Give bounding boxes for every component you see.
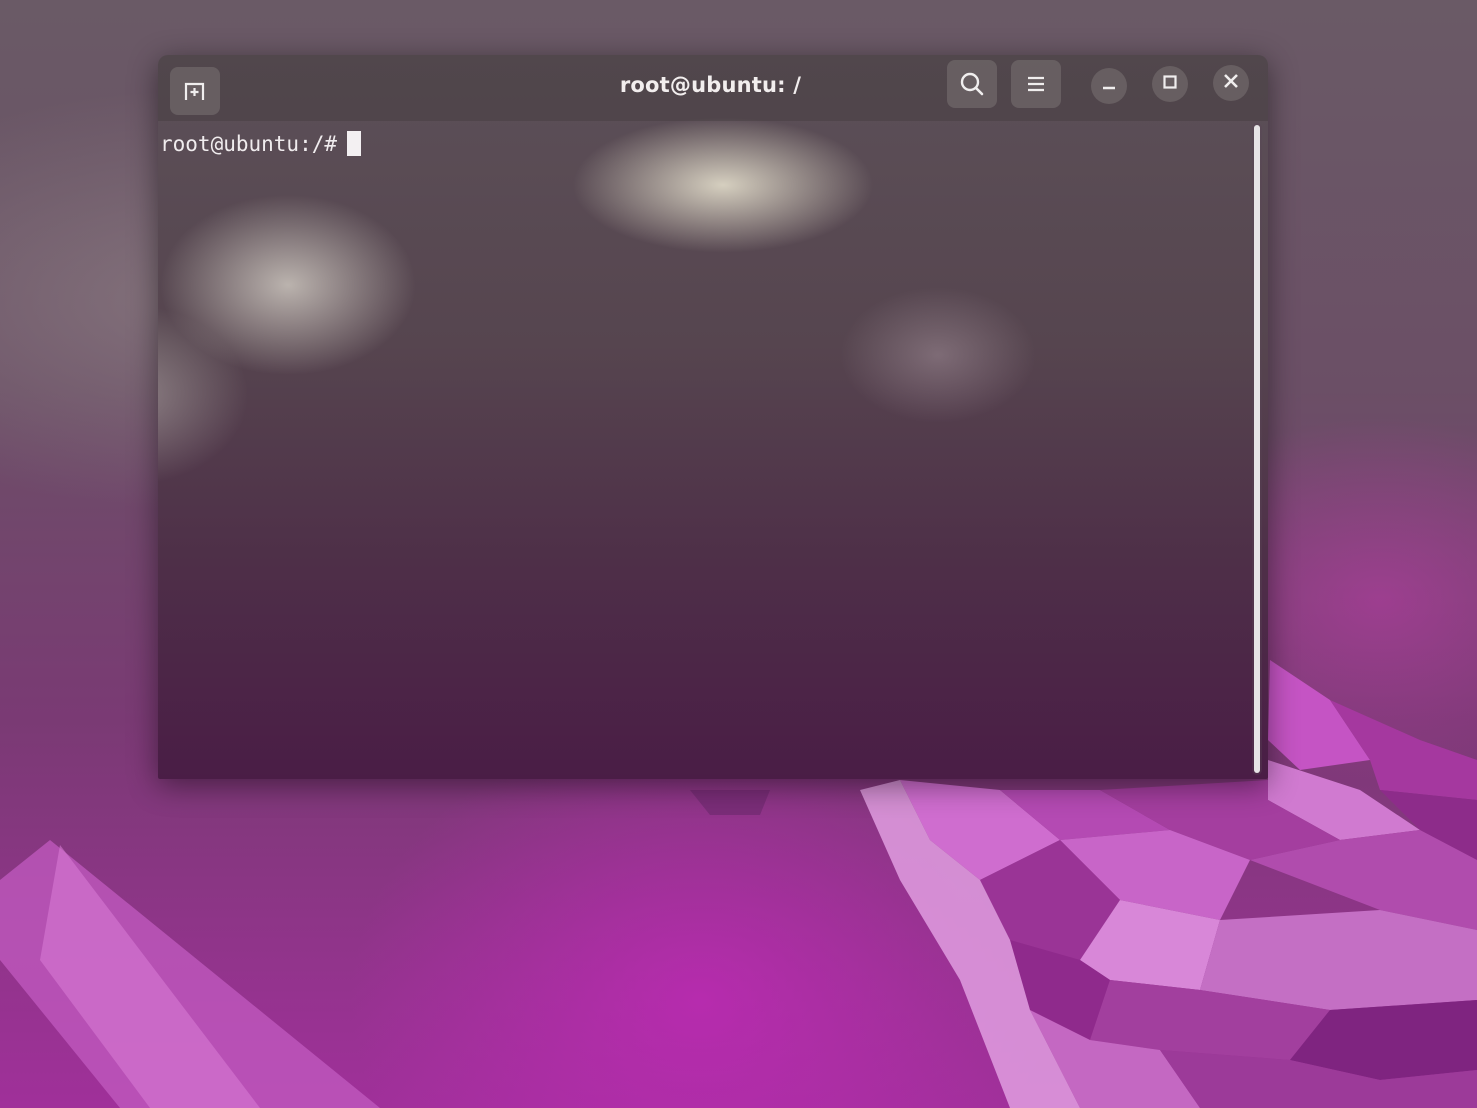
terminal-window[interactable]: root@ubuntu: / root@ubuntu:/# xyxy=(158,55,1268,779)
maximize-button[interactable] xyxy=(1152,66,1188,102)
menu-button[interactable] xyxy=(1011,60,1061,108)
desktop: root@ubuntu: / root@ubuntu:/# xyxy=(0,0,1477,1108)
new-tab-button[interactable] xyxy=(170,67,220,115)
scrollbar[interactable] xyxy=(1252,123,1262,775)
new-tab-icon xyxy=(182,78,208,104)
scrollbar-thumb[interactable] xyxy=(1254,125,1260,773)
text-cursor xyxy=(347,131,362,156)
close-button[interactable] xyxy=(1213,65,1249,101)
terminal-output-area[interactable]: root@ubuntu:/# xyxy=(158,121,1248,779)
hamburger-menu-icon xyxy=(1025,73,1047,95)
minimize-icon xyxy=(1100,75,1118,97)
window-title: root@ubuntu: / xyxy=(619,73,802,97)
terminal-headerbar[interactable]: root@ubuntu: / xyxy=(158,55,1268,121)
close-icon xyxy=(1222,72,1240,94)
search-button[interactable] xyxy=(947,60,997,108)
minimize-button[interactable] xyxy=(1091,68,1127,104)
shell-prompt: root@ubuntu:/# xyxy=(160,131,338,156)
prompt-line: root@ubuntu:/# xyxy=(160,131,362,156)
search-icon xyxy=(959,71,985,97)
maximize-icon xyxy=(1161,73,1179,95)
